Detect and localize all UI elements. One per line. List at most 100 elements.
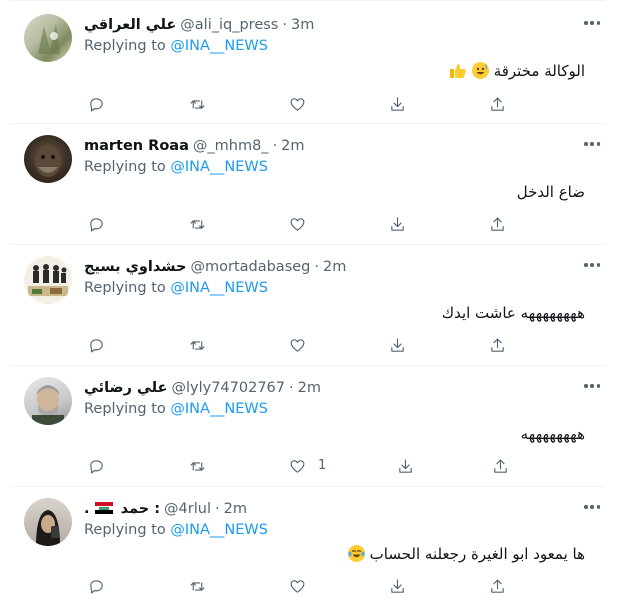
reply-tweet[interactable]: علي العراقي @ali_iq_press · 3m Replying … (10, 4, 605, 124)
reply-tweet[interactable]: حشداوي بسيج @mortadabaseg · 2m Replying … (10, 246, 605, 366)
timestamp[interactable]: 2m (298, 380, 321, 396)
avatar[interactable] (24, 377, 72, 425)
retweet-icon[interactable] (187, 94, 207, 114)
tweet-actions (84, 335, 605, 355)
display-name[interactable]: علي العراقي (84, 17, 176, 33)
display-name-suffix: . (84, 501, 90, 517)
like-count: 1 (318, 458, 327, 473)
user-handle[interactable]: @mortadabaseg (190, 259, 310, 275)
replying-label: Replying to (84, 159, 166, 175)
share-icon[interactable] (487, 94, 507, 114)
download-icon[interactable] (395, 456, 415, 476)
reply-icon[interactable] (86, 456, 106, 476)
more-icon[interactable] (581, 137, 603, 151)
timestamp[interactable]: 2m (224, 501, 247, 517)
download-icon[interactable] (387, 576, 407, 596)
share-icon[interactable] (487, 214, 507, 234)
share-icon[interactable] (487, 576, 507, 596)
replying-to: Replying to @INA__NEWS (84, 280, 268, 296)
mention-link[interactable]: @INA__NEWS (170, 280, 268, 296)
thumbs-up-emoji (449, 62, 467, 79)
reply-icon[interactable] (86, 576, 106, 596)
reply-icon[interactable] (86, 214, 106, 234)
replying-label: Replying to (84, 401, 166, 417)
tweet-header: . حمد : @4rlul · 2m (84, 499, 247, 519)
user-handle[interactable]: @lyly74702767 (171, 380, 285, 396)
face-with-tears-of-joy-emoji (347, 545, 365, 562)
tweet-actions (84, 94, 605, 114)
tweet-text: ههههههههه (520, 425, 585, 443)
mention-link[interactable]: @INA__NEWS (170, 522, 268, 538)
like-icon[interactable] (287, 94, 307, 114)
reply-tweet[interactable]: علي رضائي @lyly74702767 · 2m Replying to… (10, 367, 605, 487)
like-icon[interactable] (287, 214, 307, 234)
more-icon[interactable] (581, 16, 603, 30)
tweet-actions (84, 214, 605, 234)
tweet-text: الوكالة مخترقة (449, 62, 585, 80)
separator-dot: · (282, 17, 287, 33)
mention-link[interactable]: @INA__NEWS (170, 159, 268, 175)
separator-dot: · (289, 380, 294, 396)
tweet-header: حشداوي بسيج @mortadabaseg · 2m (84, 257, 346, 277)
tweet-text-content: ها يمعود ابو الغيرة رجعلنه الحساب (369, 545, 585, 563)
replying-to: Replying to @INA__NEWS (84, 401, 268, 417)
retweet-icon[interactable] (187, 456, 207, 476)
tweet-actions: 1 (84, 456, 605, 476)
timestamp[interactable]: 2m (281, 138, 304, 154)
user-handle[interactable]: @ali_iq_press (180, 17, 278, 33)
separator-dot: · (272, 138, 278, 154)
like-icon[interactable] (287, 576, 307, 596)
tweet-text: ضاع الدخل (516, 183, 585, 201)
tweet-text: ههههههههه عاشت ايدك (441, 304, 585, 322)
avatar[interactable] (24, 256, 72, 304)
avatar[interactable] (24, 498, 72, 546)
download-icon[interactable] (387, 214, 407, 234)
like-icon[interactable] (287, 456, 307, 476)
replying-to: Replying to @INA__NEWS (84, 159, 268, 175)
share-icon[interactable] (490, 456, 510, 476)
user-handle[interactable]: @_mhm8_ (193, 138, 269, 154)
download-icon[interactable] (387, 94, 407, 114)
replying-label: Replying to (84, 38, 166, 54)
more-icon[interactable] (581, 258, 603, 272)
tweet-text-content: الوكالة مخترقة (493, 62, 585, 80)
display-name[interactable]: marten Roaa (84, 138, 189, 154)
reply-icon[interactable] (86, 335, 106, 355)
retweet-icon[interactable] (187, 576, 207, 596)
download-icon[interactable] (387, 335, 407, 355)
share-icon[interactable] (487, 335, 507, 355)
mention-link[interactable]: @INA__NEWS (170, 38, 268, 54)
tweet-header: علي العراقي @ali_iq_press · 3m (84, 15, 314, 35)
grinning-sweat-face-emoji (471, 62, 489, 79)
retweet-icon[interactable] (187, 214, 207, 234)
replying-to: Replying to @INA__NEWS (84, 522, 268, 538)
separator-dot: · (314, 259, 319, 275)
reply-icon[interactable] (86, 94, 106, 114)
mention-link[interactable]: @INA__NEWS (170, 401, 268, 417)
more-icon[interactable] (581, 379, 603, 393)
tweet-actions (84, 576, 605, 596)
tweet-header: علي رضائي @lyly74702767 · 2m (84, 378, 321, 398)
replying-label: Replying to (84, 280, 166, 296)
replying-to: Replying to @INA__NEWS (84, 38, 268, 54)
tweet-text: ها يمعود ابو الغيرة رجعلنه الحساب (347, 545, 585, 563)
timestamp[interactable]: 2m (323, 259, 346, 275)
iraq-flag-icon (94, 502, 113, 514)
display-name[interactable]: . حمد : (84, 501, 160, 517)
display-name-text: حمد : (120, 501, 161, 517)
tweet-header: marten Roaa @_mhm8_ · 2m (84, 136, 305, 156)
display-name[interactable]: حشداوي بسيج (84, 259, 186, 275)
more-icon[interactable] (581, 500, 603, 514)
retweet-icon[interactable] (187, 335, 207, 355)
timestamp[interactable]: 3m (291, 17, 314, 33)
avatar[interactable] (24, 135, 72, 183)
top-divider (10, 0, 605, 1)
display-name[interactable]: علي رضائي (84, 380, 167, 396)
replying-label: Replying to (84, 522, 166, 538)
separator-dot: · (214, 501, 220, 517)
user-handle[interactable]: @4rlul (164, 501, 211, 517)
reply-tweet[interactable]: marten Roaa @_mhm8_ · 2m Replying to @IN… (10, 125, 605, 245)
avatar[interactable] (24, 14, 72, 62)
reply-tweet[interactable]: . حمد : @4rlul · 2m Replying to @INA__NE… (10, 488, 605, 610)
like-icon[interactable] (287, 335, 307, 355)
